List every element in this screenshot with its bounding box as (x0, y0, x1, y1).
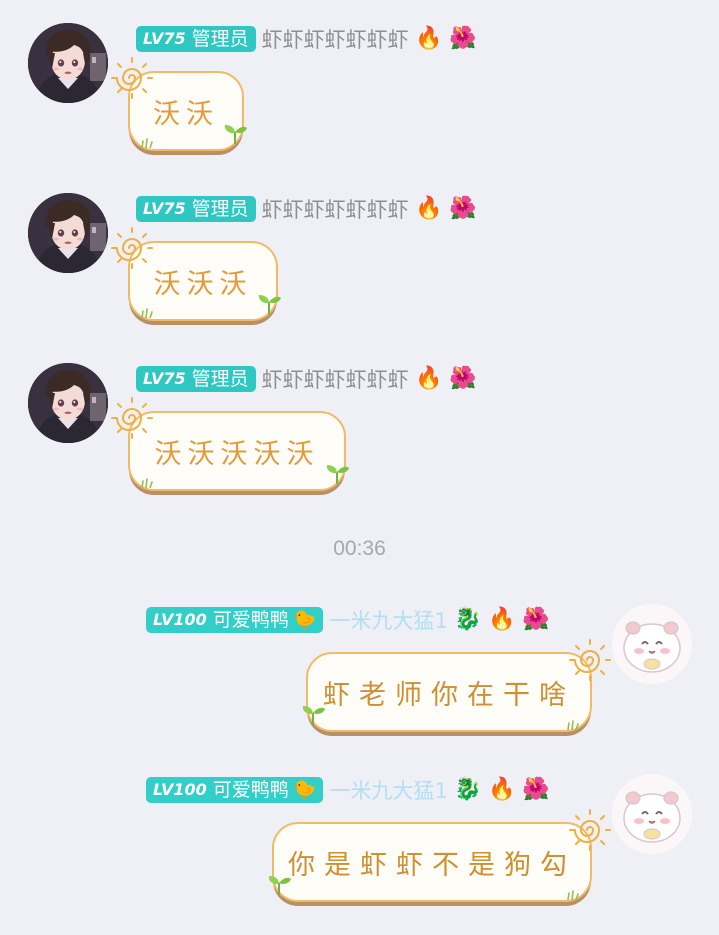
sprout-icon (300, 703, 326, 725)
level-text: LV100 (153, 610, 207, 629)
message-bubble[interactable]: 你是虾虾不是狗勾 (272, 822, 592, 902)
fire-icon: 🔥 (414, 196, 443, 221)
sender-avatar[interactable] (28, 363, 108, 443)
member-title: 管理员 (191, 28, 249, 50)
fire-icon: 🔥 (414, 26, 443, 51)
member-title: 管理员 (191, 198, 249, 220)
avatar-image (612, 604, 692, 684)
level-text: LV75 (143, 199, 186, 218)
level-badge: LV75 管理员 (136, 366, 256, 392)
sprout-icon (222, 122, 248, 144)
sun-icon (110, 396, 154, 440)
sender-info: LV75 管理员 虾虾虾虾虾虾虾 🔥 🌺 (136, 25, 477, 53)
self-avatar[interactable] (612, 604, 692, 684)
grass-icon (140, 138, 154, 148)
fire-icon: 🔥 (488, 777, 516, 802)
dragon-icon: 🐉 (454, 607, 482, 632)
sender-name[interactable]: 一米九大猛1 (329, 605, 447, 635)
message-text: 沃沃 (153, 98, 219, 130)
sender-name[interactable]: 一米九大猛1 (329, 775, 447, 805)
sun-icon (110, 56, 154, 100)
chick-icon: 🐤 (292, 779, 317, 801)
message-text: 沃沃沃沃沃 (154, 438, 320, 470)
flower-face-icon: 🌺 (448, 196, 477, 221)
level-badge: LV100 可爱鸭鸭 🐤 (146, 607, 324, 633)
member-title: 可爱鸭鸭 (212, 609, 289, 631)
level-badge: LV100 可爱鸭鸭 🐤 (146, 777, 324, 803)
chick-icon: 🐤 (292, 609, 317, 631)
fire-icon: 🔥 (488, 607, 516, 632)
flower-face-icon: 🌺 (522, 607, 550, 632)
sender-avatar[interactable] (28, 193, 108, 273)
member-title: 可爱鸭鸭 (212, 779, 289, 801)
member-title: 管理员 (191, 368, 249, 390)
fire-icon: 🔥 (414, 366, 443, 391)
level-badge: LV75 管理员 (136, 196, 256, 222)
self-avatar[interactable] (612, 774, 692, 854)
message-text: 虾老师你在干啥 (323, 679, 575, 711)
avatar-image (28, 23, 108, 103)
level-badge: LV75 管理员 (136, 26, 256, 52)
sender-name[interactable]: 虾虾虾虾虾虾虾 (262, 194, 409, 224)
message-text: 你是虾虾不是狗勾 (288, 849, 576, 881)
sprout-icon (256, 292, 282, 314)
grass-icon (140, 478, 154, 488)
sender-name[interactable]: 虾虾虾虾虾虾虾 (262, 364, 409, 394)
level-text: LV75 (143, 29, 186, 48)
avatar-image (28, 363, 108, 443)
sender-avatar[interactable] (28, 23, 108, 103)
level-text: LV100 (153, 780, 207, 799)
sender-name[interactable]: 虾虾虾虾虾虾虾 (262, 24, 409, 54)
grass-icon (566, 890, 580, 900)
sprout-icon (324, 462, 350, 484)
avatar-image (28, 193, 108, 273)
level-text: LV75 (143, 369, 186, 388)
sender-info: LV75 管理员 虾虾虾虾虾虾虾 🔥 🌺 (136, 195, 477, 223)
message-text: 沃沃沃 (153, 268, 253, 300)
sender-info: LV75 管理员 虾虾虾虾虾虾虾 🔥 🌺 (136, 365, 477, 393)
sender-info: LV100 可爱鸭鸭 🐤 一米九大猛1 🐉 🔥 🌺 (146, 776, 550, 804)
message-bubble[interactable]: 沃沃沃沃沃 (128, 411, 346, 491)
sender-info: LV100 可爱鸭鸭 🐤 一米九大猛1 🐉 🔥 🌺 (146, 606, 550, 634)
grass-icon (566, 720, 580, 730)
flower-face-icon: 🌺 (448, 366, 477, 391)
dragon-icon: 🐉 (454, 777, 482, 802)
sun-icon (110, 226, 154, 270)
message-timestamp: 00:36 (333, 537, 386, 560)
message-bubble[interactable]: 虾老师你在干啥 (306, 652, 592, 732)
sprout-icon (266, 873, 292, 895)
sun-icon (568, 638, 612, 682)
avatar-image (612, 774, 692, 854)
flower-face-icon: 🌺 (448, 26, 477, 51)
flower-face-icon: 🌺 (522, 777, 550, 802)
grass-icon (140, 308, 154, 318)
sun-icon (568, 808, 612, 852)
